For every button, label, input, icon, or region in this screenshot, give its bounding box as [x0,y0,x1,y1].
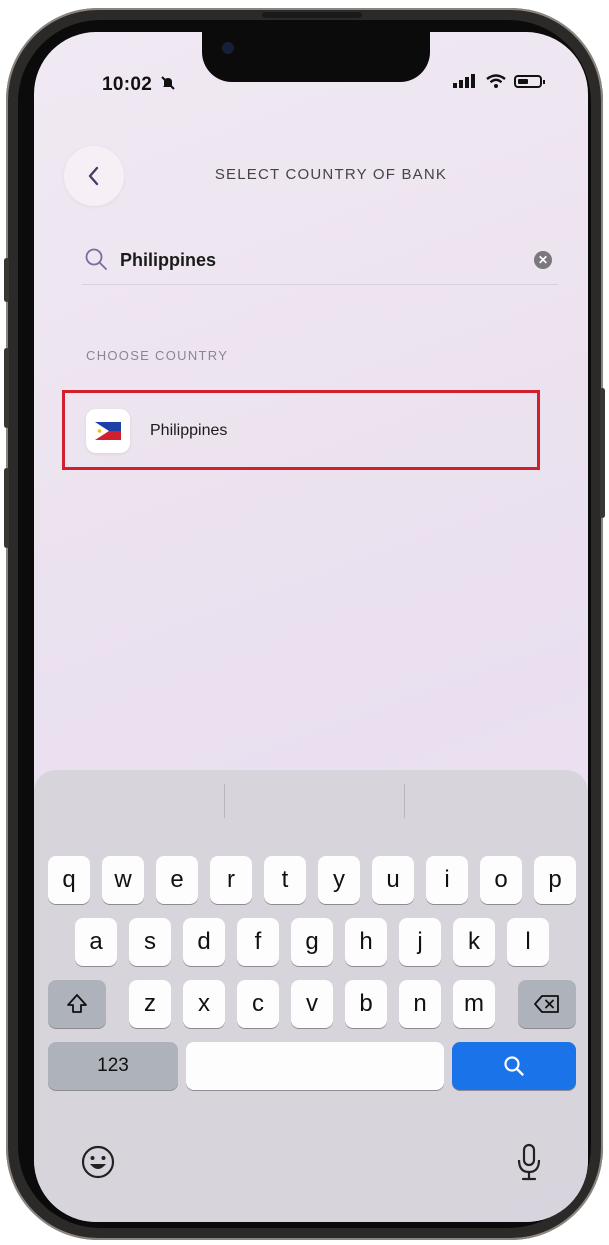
signal-icon [453,74,475,88]
key-n[interactable]: n [399,980,441,1028]
key-m[interactable]: m [453,980,495,1028]
search-icon [85,248,107,270]
suggestion-divider [224,784,225,818]
key-d[interactable]: d [183,918,225,966]
space-key[interactable] [186,1042,444,1090]
key-h[interactable]: h [345,918,387,966]
delete-icon [534,995,559,1013]
page-title: SELECT COUNTRY OF BANK [214,166,448,183]
key-x[interactable]: x [183,980,225,1028]
suggestion-divider [404,784,405,818]
key-a[interactable]: a [75,918,117,966]
key-s[interactable]: s [129,918,171,966]
key-y[interactable]: y [318,856,360,904]
key-p[interactable]: p [534,856,576,904]
microphone-button[interactable] [514,1142,544,1190]
delete-key[interactable] [518,980,576,1028]
volume-up-button [4,348,9,428]
key-q[interactable]: q [48,856,90,904]
key-r[interactable]: r [210,856,252,904]
microphone-icon [517,1143,541,1181]
key-b[interactable]: b [345,980,387,1028]
search-input[interactable]: Philippines [120,250,534,271]
numbers-key[interactable]: 123 [48,1042,178,1090]
key-u[interactable]: u [372,856,414,904]
key-t[interactable]: t [264,856,306,904]
key-f[interactable]: f [237,918,279,966]
search-key[interactable] [452,1042,576,1090]
mute-switch [4,258,9,302]
key-e[interactable]: e [156,856,198,904]
status-time: 10:02 [102,74,176,96]
shift-key[interactable] [48,980,106,1028]
key-w[interactable]: w [102,856,144,904]
key-z[interactable]: z [129,980,171,1028]
key-k[interactable]: k [453,918,495,966]
camera-notch [202,32,430,82]
key-l[interactable]: l [507,918,549,966]
key-v[interactable]: v [291,980,333,1028]
clear-search-button[interactable]: ✕ [534,251,552,269]
shift-icon [67,994,87,1013]
battery-icon [514,74,545,88]
emoji-button[interactable] [80,1144,116,1188]
status-icons [452,74,545,88]
emoji-icon [81,1145,115,1179]
app-screen: 10:02 SELECT COUNTRY OF BANK Philippines… [34,32,588,1222]
section-label: CHOOSE COUNTRY [86,348,229,363]
earpiece-speaker [262,12,362,18]
selection-highlight [62,390,540,470]
status-time-text: 10:02 [102,74,153,95]
key-j[interactable]: j [399,918,441,966]
search-bar[interactable]: Philippines ✕ [82,236,558,285]
close-icon: ✕ [537,253,549,267]
bell-slash-icon [160,76,175,90]
wifi-icon [486,74,506,88]
key-g[interactable]: g [291,918,333,966]
power-button [600,388,605,518]
key-i[interactable]: i [426,856,468,904]
key-c[interactable]: c [237,980,279,1028]
key-o[interactable]: o [480,856,522,904]
keyboard: q w e r t y u i o p a s d f g h j k l z … [34,770,588,1222]
search-icon [504,1056,524,1076]
volume-down-button [4,468,9,548]
